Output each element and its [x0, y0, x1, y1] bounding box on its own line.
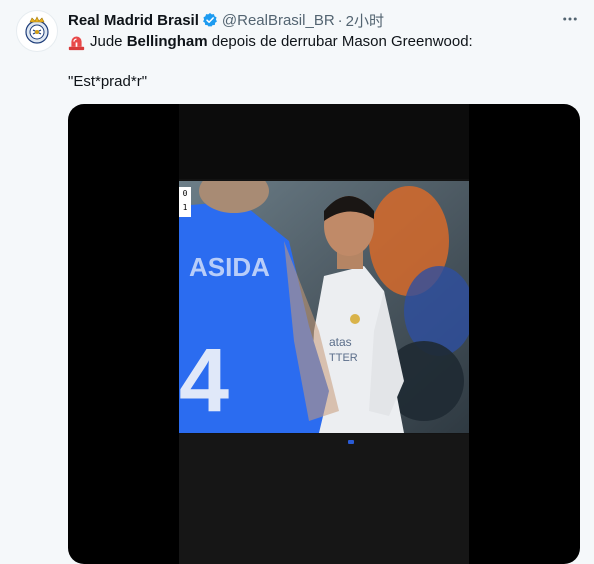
author-name[interactable]: Real Madrid Brasil: [68, 12, 199, 29]
shirt-number: 4: [179, 331, 229, 431]
score-away: 1: [182, 203, 188, 212]
tweet-text-bold: Bellingham: [126, 33, 208, 50]
tweet-media-video[interactable]: atas TTER ASIDA 4 0 1: [68, 104, 580, 564]
verified-badge-icon: [202, 12, 218, 28]
tv-bottom-bezel: [179, 434, 469, 564]
siren-emoji-icon: [68, 34, 85, 51]
tv-top-bezel: [179, 104, 469, 179]
real-madrid-crest-icon: [25, 16, 49, 44]
scoreboard: 0 1: [179, 187, 191, 217]
svg-text:atas: atas: [329, 335, 352, 349]
author-handle[interactable]: @RealBrasil_BR: [222, 12, 335, 29]
more-options-icon[interactable]: [560, 9, 580, 29]
tweet-text-line2: "Est*prad*r": [68, 73, 148, 90]
tweet-header: Real Madrid Brasil @RealBrasil_BR · 2小时: [68, 10, 580, 30]
timestamp[interactable]: 2小时: [346, 10, 384, 31]
tweet-text-pre: Jude: [90, 33, 123, 50]
tweet[interactable]: Real Madrid Brasil @RealBrasil_BR · 2小时: [0, 0, 594, 564]
avatar[interactable]: [16, 10, 58, 52]
svg-text:ASIDA: ASIDA: [189, 252, 270, 282]
tv-screen: atas TTER ASIDA 4 0 1: [179, 181, 469, 433]
tweet-text-line1: Jude Bellingham depois de derrubar Mason…: [68, 33, 473, 51]
tweet-text-post: depois de derrubar Mason Greenwood:: [211, 33, 473, 50]
score-home: 0: [182, 189, 188, 198]
tv-power-led: [348, 440, 354, 444]
separator-dot: ·: [337, 11, 343, 29]
video-frame-image: atas TTER ASIDA 4: [179, 181, 469, 433]
svg-text:TTER: TTER: [329, 352, 358, 364]
